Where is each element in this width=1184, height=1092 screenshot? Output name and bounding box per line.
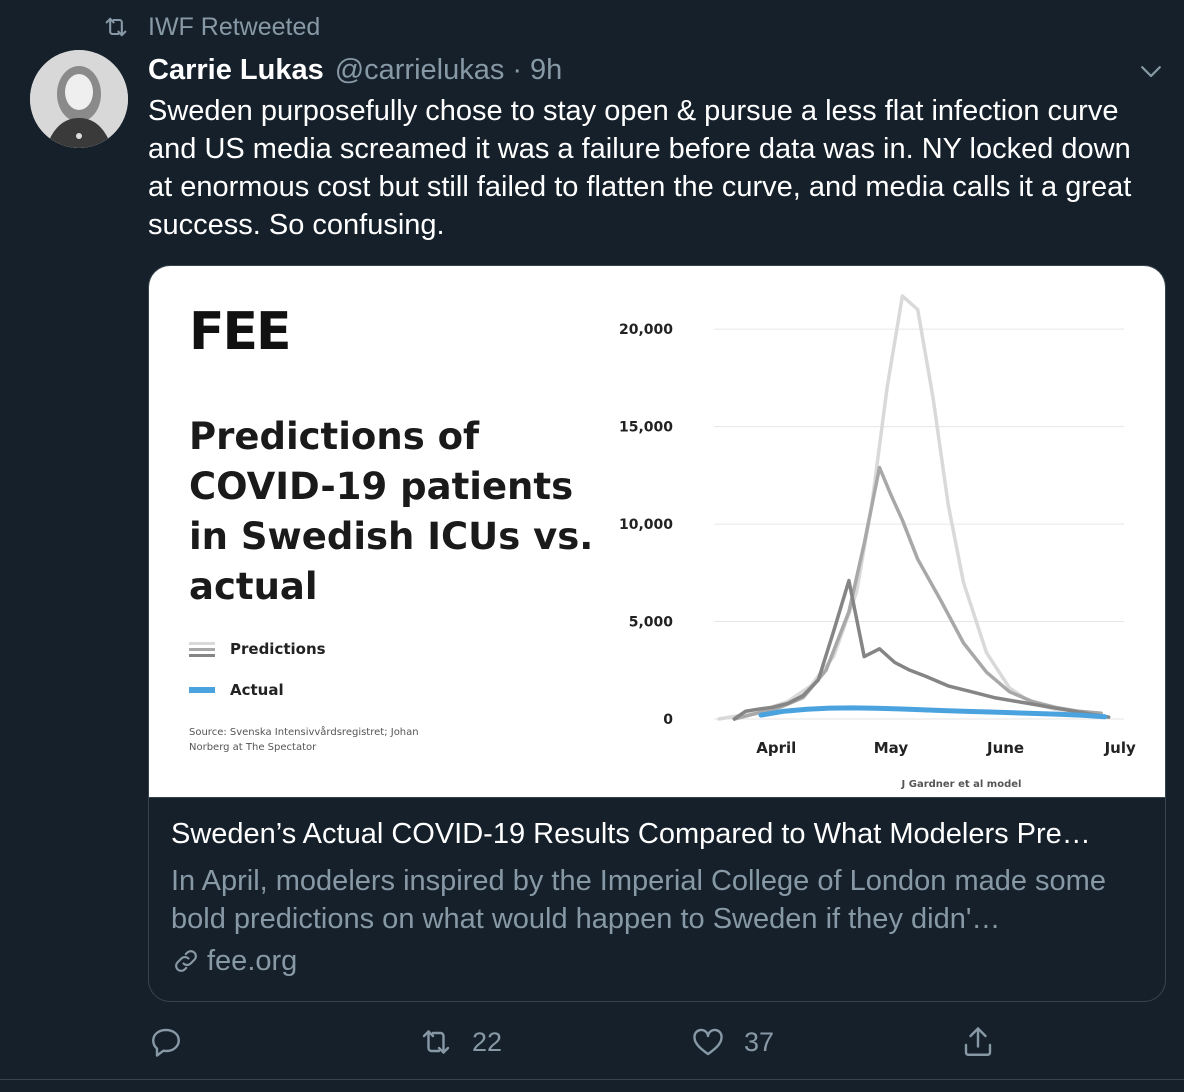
avatar-image [30,50,128,148]
retweet-count: 22 [472,1026,503,1057]
like-button[interactable]: 37 [690,1022,774,1062]
social-context[interactable]: IWF Retweeted [102,8,320,46]
avatar[interactable] [30,50,128,148]
card-domain-label: fee.org [207,944,298,977]
line-chart: 0 5,000 10,000 15,000 20,000 April May June July… [619,294,1136,790]
y-tick-label: 0 [663,712,673,728]
legend-actual-swatch [189,687,215,693]
social-context-label: IWF Retweeted [148,12,321,41]
link-card[interactable]: FEE Predictions of COVID-19 patients in … [148,265,1166,1002]
reply-icon [152,1028,180,1057]
retweet-action-icon [422,1030,450,1054]
legend-predictions-label: Predictions [230,640,326,658]
card-title: Sweden’s Actual COVID-19 Results Compare… [171,818,1091,850]
card-image: FEE Predictions of COVID-19 patients in … [149,266,1165,797]
share-icon [964,1027,992,1056]
link-icon [175,950,197,972]
retweet-icon [105,17,127,37]
card-divider [149,797,1165,798]
y-tick-label: 10,000 [619,517,673,533]
author-handle[interactable]: @carrielukas [335,54,505,87]
card-description: In April, modelers inspired by the Imper… [171,865,1106,935]
share-button[interactable] [960,1022,996,1062]
y-tick-label: 15,000 [619,420,673,436]
tweet-timestamp[interactable]: 9h [530,54,562,87]
x-axis-label: J Gardner et al model [901,779,1022,790]
header-separator: · [512,53,523,86]
tweet-divider [0,1079,1184,1080]
legend-predictions: Predictions [189,639,326,659]
like-count: 37 [744,1026,775,1057]
tweet-header: Carrie Lukas @carrielukas · 9h [148,50,562,90]
y-tick-label: 20,000 [619,322,673,338]
legend-actual-label: Actual [230,681,284,699]
x-tick-label: July [1104,739,1136,757]
x-tick-label: April [756,739,796,757]
y-tick-label: 5,000 [629,615,674,631]
tweet-text: Sweden purposefully chose to stay open &… [148,95,1132,241]
legend-predictions-swatch [189,642,215,657]
legend-actual: Actual [189,680,284,700]
chevron-down-icon[interactable] [1136,56,1166,86]
series-line-prediction-mid [732,465,1103,721]
reply-button[interactable] [148,1022,202,1062]
series-line-prediction-high [717,294,1103,721]
heart-icon [693,1028,723,1056]
card-domain: fee.org [171,942,297,980]
chart-source: Source: Svenska Intensivvårdsregistret; … [189,727,419,753]
x-tick-label: May [874,739,909,757]
chart-headline: Predictions of COVID-19 patients in Swed… [189,415,594,608]
retweet-button[interactable]: 22 [418,1022,502,1062]
author-name[interactable]: Carrie Lukas [148,54,324,87]
fee-logo: FEE [189,302,292,362]
x-tick-label: June [986,739,1024,757]
